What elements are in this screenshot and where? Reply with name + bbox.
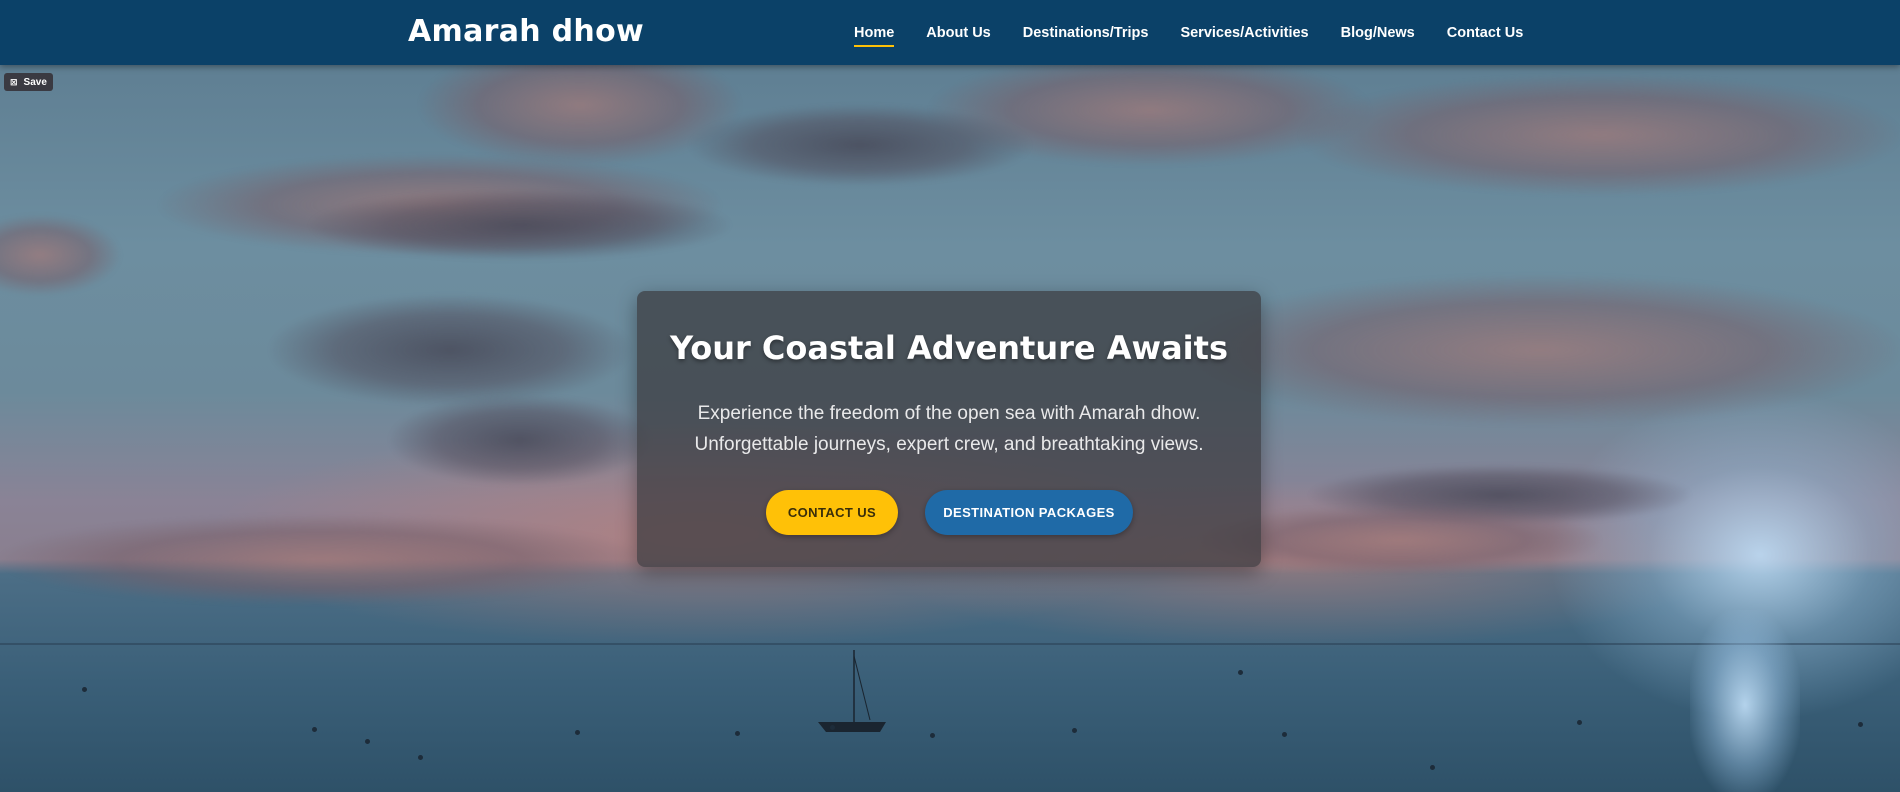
hero-subtitle: Experience the freedom of the open sea w…: [677, 398, 1221, 460]
main-nav: Home About Us Destinations/Trips Service…: [840, 0, 1900, 65]
surfer: [830, 725, 835, 730]
cloud: [0, 215, 120, 295]
surfer: [1577, 720, 1582, 725]
hero-title: Your Coastal Adventure Awaits: [670, 329, 1228, 367]
surfer: [1282, 732, 1287, 737]
surfer: [312, 727, 317, 732]
nav-services[interactable]: Services/Activities: [1180, 19, 1308, 47]
sun-reflection: [1690, 610, 1800, 792]
cloud: [270, 295, 630, 405]
cloud: [0, 515, 640, 605]
surfer: [930, 733, 935, 738]
nav-contact[interactable]: Contact Us: [1447, 19, 1524, 47]
save-button[interactable]: ⊠ Save: [4, 73, 53, 91]
surfer: [1072, 728, 1077, 733]
pin-icon: ⊠: [10, 76, 18, 87]
surfer: [82, 687, 87, 692]
nav-destinations[interactable]: Destinations/Trips: [1023, 19, 1149, 47]
contact-us-button[interactable]: CONTACT US: [766, 490, 898, 535]
nav-blog[interactable]: Blog/News: [1341, 19, 1415, 47]
nav-about[interactable]: About Us: [926, 19, 990, 47]
cloud: [1300, 75, 1900, 195]
surfer: [1430, 765, 1435, 770]
hero-card: Your Coastal Adventure Awaits Experience…: [637, 291, 1261, 567]
sailboat-icon: [818, 650, 886, 732]
horizon-line: [0, 643, 1900, 645]
surfer: [1238, 670, 1243, 675]
save-label: Save: [23, 76, 47, 88]
cloud: [310, 190, 730, 260]
site-header: Amarah dhow Home About Us Destinations/T…: [0, 0, 1900, 65]
surfer: [1858, 722, 1863, 727]
surfer: [365, 739, 370, 744]
surfer: [735, 731, 740, 736]
hero-subtitle-line-2: Unforgettable journeys, expert crew, and…: [694, 434, 1204, 455]
destination-packages-button[interactable]: DESTINATION PACKAGES: [925, 490, 1133, 535]
surfer: [418, 755, 423, 760]
brand-logo-text[interactable]: Amarah dhow: [408, 14, 644, 49]
cloud: [690, 105, 1030, 185]
hero-subtitle-line-1: Experience the freedom of the open sea w…: [697, 403, 1201, 424]
cloud: [1180, 275, 1900, 425]
surfer: [575, 730, 580, 735]
nav-home[interactable]: Home: [854, 19, 895, 47]
cloud: [390, 395, 650, 485]
